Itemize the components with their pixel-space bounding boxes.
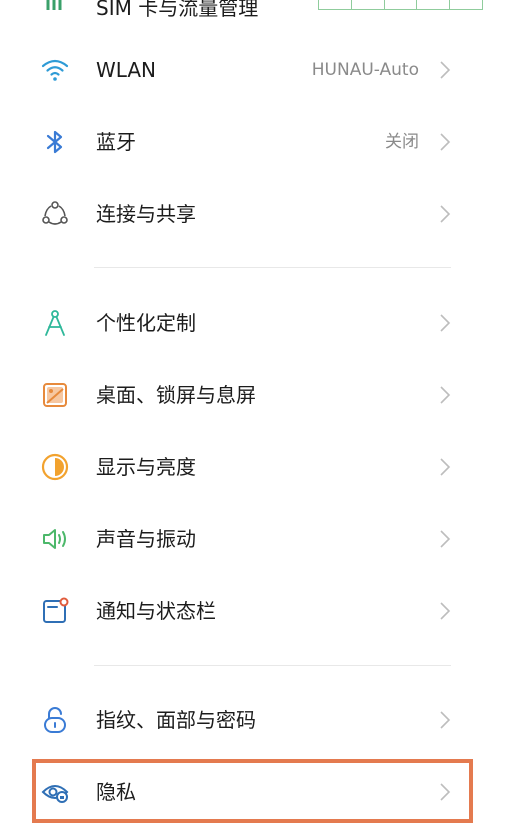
privacy-highlight-box bbox=[32, 759, 473, 823]
bluetooth-row[interactable]: 蓝牙 关闭 bbox=[0, 106, 511, 178]
wlan-row[interactable]: WLAN HUNAU-Auto bbox=[0, 34, 511, 106]
chevron-right-icon bbox=[438, 204, 452, 224]
bluetooth-label: 蓝牙 bbox=[96, 130, 136, 154]
wifi-icon bbox=[36, 51, 74, 89]
toolbar-slot-2[interactable] bbox=[352, 0, 385, 9]
wlan-label: WLAN bbox=[96, 58, 157, 82]
wlan-network-value: HUNAU-Auto bbox=[311, 60, 419, 80]
notification-statusbar-row[interactable]: 通知与状态栏 bbox=[0, 575, 511, 647]
connection-share-icon bbox=[36, 195, 74, 233]
fingerprint-face-password-row[interactable]: 指纹、面部与密码 bbox=[0, 684, 511, 756]
desktop-lockscreen-label: 桌面、锁屏与息屏 bbox=[96, 383, 256, 407]
chevron-right-icon bbox=[438, 385, 452, 405]
sound-vibration-icon bbox=[36, 520, 74, 558]
sound-vibration-label: 声音与振动 bbox=[96, 527, 196, 551]
chevron-right-icon bbox=[438, 132, 452, 152]
personalization-label: 个性化定制 bbox=[96, 311, 196, 335]
floating-toolbar bbox=[318, 0, 483, 10]
lock-icon bbox=[36, 701, 74, 739]
desktop-lockscreen-icon bbox=[36, 376, 74, 414]
chevron-right-icon bbox=[438, 601, 452, 621]
chevron-right-icon bbox=[438, 529, 452, 549]
chevron-right-icon bbox=[438, 710, 452, 730]
fingerprint-face-password-label: 指纹、面部与密码 bbox=[96, 708, 256, 732]
display-brightness-icon bbox=[36, 448, 74, 486]
sim-icon bbox=[36, 0, 74, 28]
section-divider bbox=[94, 665, 451, 666]
section-divider bbox=[94, 267, 451, 268]
notification-statusbar-icon bbox=[36, 592, 74, 630]
chevron-right-icon bbox=[438, 457, 452, 477]
sound-vibration-row[interactable]: 声音与振动 bbox=[0, 503, 511, 575]
display-brightness-label: 显示与亮度 bbox=[96, 455, 196, 479]
display-brightness-row[interactable]: 显示与亮度 bbox=[0, 431, 511, 503]
connection-share-label: 连接与共享 bbox=[96, 202, 196, 226]
sim-label: SIM 卡与流量管理 bbox=[96, 0, 259, 20]
bluetooth-icon bbox=[36, 123, 74, 161]
chevron-right-icon bbox=[438, 313, 452, 333]
chevron-right-icon bbox=[438, 60, 452, 80]
toolbar-slot-1[interactable] bbox=[319, 0, 352, 9]
personalization-icon bbox=[36, 304, 74, 342]
connection-share-row[interactable]: 连接与共享 bbox=[0, 178, 511, 250]
toolbar-slot-4[interactable] bbox=[417, 0, 451, 9]
notification-statusbar-label: 通知与状态栏 bbox=[96, 599, 216, 623]
personalization-row[interactable]: 个性化定制 bbox=[0, 287, 511, 359]
desktop-lockscreen-row[interactable]: 桌面、锁屏与息屏 bbox=[0, 359, 511, 431]
bluetooth-status-value: 关闭 bbox=[385, 132, 419, 152]
toolbar-slot-5[interactable] bbox=[450, 0, 482, 9]
toolbar-slot-3[interactable] bbox=[385, 0, 418, 9]
